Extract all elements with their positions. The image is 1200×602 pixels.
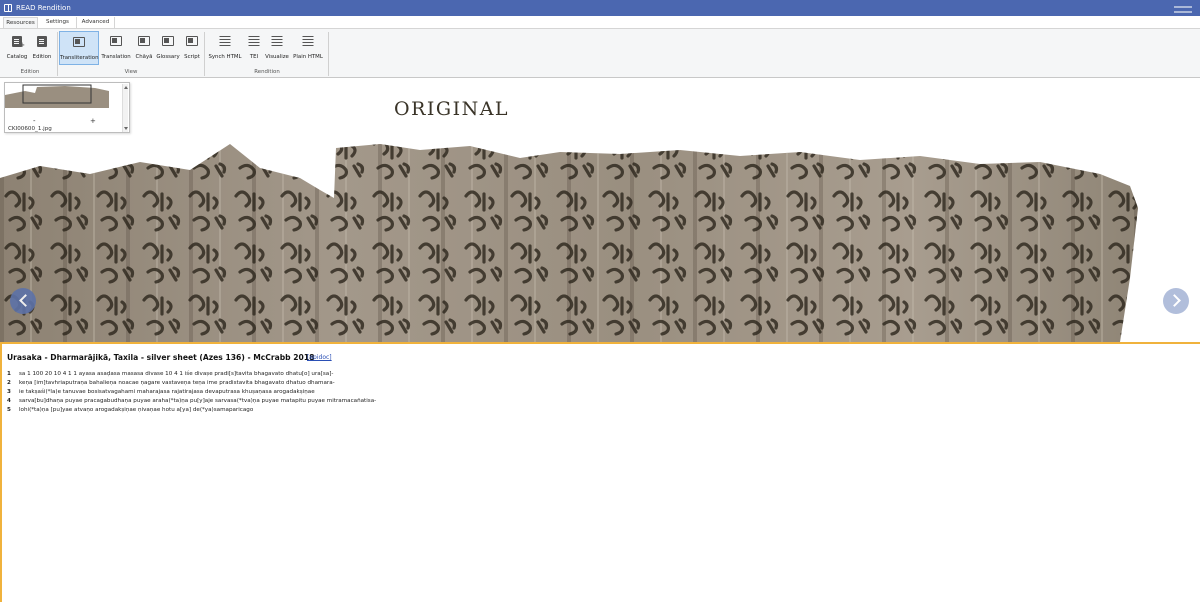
line-number: 3 — [7, 389, 11, 395]
synch-html-button[interactable]: Synch HTML — [207, 31, 243, 65]
thumbnail-navigator[interactable]: - + CKI00600_1.jpg — [4, 82, 130, 133]
edition-icon — [37, 36, 47, 47]
synch-html-icon — [219, 36, 231, 46]
line-text: keṇa [im]tavhriaputraṇa bahalieṇa noacae… — [19, 380, 335, 386]
scroll-down-icon[interactable] — [124, 127, 128, 130]
document-title: Urasaka - Dharmarājikā, Taxila - silver … — [7, 353, 315, 362]
line-number: 2 — [7, 380, 11, 386]
image-caption: ORIGINAL — [394, 98, 510, 120]
previous-image-button[interactable] — [10, 288, 36, 314]
window-title: READ Rendition — [16, 4, 71, 12]
scroll-up-icon[interactable] — [124, 86, 128, 89]
translation-label: Translation — [101, 54, 131, 60]
tei-label: TEI — [249, 54, 259, 60]
epidoc-link[interactable]: [epidoc] — [307, 354, 332, 361]
script-icon — [186, 36, 198, 46]
tab-settings[interactable]: Settings — [39, 17, 77, 28]
chaya-label: Chāyā — [135, 54, 153, 60]
visualize-icon — [271, 36, 283, 46]
transliteration-icon — [73, 37, 85, 47]
edition-group-label: Edition — [20, 69, 40, 75]
image-viewer[interactable]: ORIGINAL - + CKI00600_1.jpg — [0, 78, 1200, 342]
text-line: 4 sarva[bu]dhaṇa puyae pracagabudhaṇa puy… — [7, 398, 376, 404]
catalog-label: Catalog — [6, 54, 28, 60]
edition-button[interactable]: Edition — [30, 31, 54, 65]
thumbnail-image[interactable] — [5, 83, 110, 108]
visualize-button[interactable]: Visualize — [264, 31, 290, 65]
transliteration-button[interactable]: Transliteration — [59, 31, 99, 65]
manuscript-image — [0, 144, 1138, 342]
app-window: READ Rendition Resources Settings Advanc… — [0, 0, 1200, 602]
line-number: 4 — [7, 398, 11, 404]
line-text: sa 1 100 20 10 4 1 1 ayasa asaḍasa masas… — [19, 371, 334, 377]
chevron-right-icon — [1168, 294, 1181, 307]
visualize-label: Visualize — [265, 54, 289, 60]
tei-button[interactable]: TEI — [245, 31, 263, 65]
text-line: 1 sa 1 100 20 10 4 1 1 ayasa asaḍasa masa… — [7, 371, 333, 377]
plain-html-button[interactable]: Plain HTML — [292, 31, 324, 65]
line-text: sarva[bu]dhaṇa puyae pracagabudhaṇa puya… — [19, 398, 377, 404]
ribbon-tabs: Resources Settings Advanced — [0, 16, 1200, 28]
script-label: Script — [184, 54, 200, 60]
text-line: 2 keṇa [im]tavhriaputraṇa bahalieṇa noaca… — [7, 380, 335, 386]
group-divider — [328, 32, 329, 76]
transliteration-label: Transliteration — [60, 55, 99, 61]
rendition-group-label: Rendition — [254, 69, 280, 75]
plain-html-label: Plain HTML — [293, 54, 323, 60]
translation-button[interactable]: Translation — [101, 31, 131, 65]
book-icon — [4, 4, 12, 12]
tab-resources[interactable]: Resources — [3, 17, 38, 28]
catalog-button[interactable]: + Catalog — [4, 31, 30, 65]
tab-advanced[interactable]: Advanced — [77, 17, 115, 28]
title-bar: READ Rendition — [0, 0, 1200, 16]
plain-html-icon — [302, 36, 314, 46]
thumbnail-scrollbar[interactable] — [122, 84, 128, 132]
zoom-in-button[interactable]: + — [90, 117, 96, 125]
text-line: 3 ie takṣaśi(*la)e tanuvae bosisatvagaham… — [7, 389, 315, 395]
chaya-button[interactable]: Chāyā — [133, 31, 155, 65]
ribbon-toolbar: + Catalog Edition Edition Transliteratio… — [0, 28, 1200, 78]
group-divider — [57, 32, 58, 76]
group-divider — [204, 32, 205, 76]
line-number: 1 — [7, 371, 11, 377]
glossary-icon — [162, 36, 174, 46]
zoom-out-button[interactable]: - — [33, 117, 36, 125]
synch-html-label: Synch HTML — [208, 54, 242, 60]
glossary-label: Glossary — [156, 54, 180, 60]
catalog-icon: + — [12, 36, 25, 49]
line-text: ie takṣaśi(*la)e tanuvae bosisatvagahami… — [19, 389, 315, 395]
script-button[interactable]: Script — [182, 31, 202, 65]
tei-icon — [248, 36, 260, 46]
transliteration-panel: Urasaka - Dharmarājikā, Taxila - silver … — [0, 342, 1200, 602]
line-text: lohi(*ta)ṇa [pu]yae atvaṇo arogadakṣiṇae… — [19, 407, 254, 413]
chevron-left-icon — [19, 294, 32, 307]
view-group-label: View — [124, 69, 138, 75]
edition-label: Edition — [32, 54, 52, 60]
thumbnail-filename: CKI00600_1.jpg — [8, 126, 52, 132]
translation-icon — [110, 36, 122, 46]
glossary-button[interactable]: Glossary — [156, 31, 180, 65]
line-number: 5 — [7, 407, 11, 413]
next-image-button[interactable] — [1163, 288, 1189, 314]
chaya-icon — [138, 36, 150, 46]
text-line: 5 lohi(*ta)ṇa [pu]yae atvaṇo arogadakṣiṇa… — [7, 407, 253, 413]
